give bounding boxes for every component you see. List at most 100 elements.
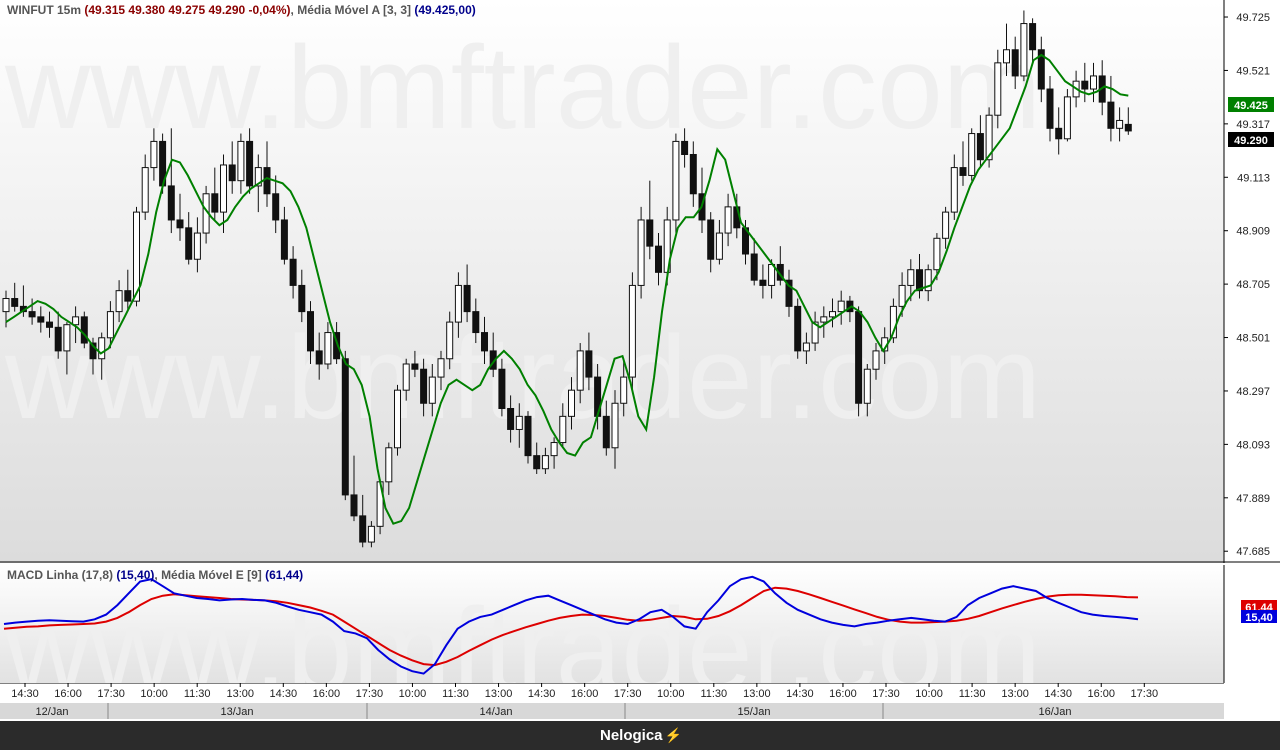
candle-body xyxy=(167,185,175,221)
candle-body xyxy=(176,219,184,229)
time-tick-label: 16:00 xyxy=(571,688,599,700)
candle-body xyxy=(463,284,471,313)
time-tick-label: 11:30 xyxy=(184,688,211,700)
time-tick-label: 14:30 xyxy=(11,688,39,700)
candle-body xyxy=(106,311,114,339)
time-tick-label: 17:30 xyxy=(97,688,125,700)
time-tick-label: 17:30 xyxy=(872,688,900,700)
candle-body xyxy=(80,316,88,344)
candle-body xyxy=(550,442,558,457)
candle-body xyxy=(2,298,10,313)
candle-body xyxy=(933,237,941,271)
candle-body xyxy=(872,350,880,370)
time-tick-label: 14:30 xyxy=(786,688,814,700)
time-tick-label: 14:30 xyxy=(528,688,556,700)
price-tick-label: 48.705 xyxy=(1236,279,1270,291)
time-tick-label: 11:30 xyxy=(442,688,469,700)
candle-body xyxy=(794,305,802,352)
candle-body xyxy=(576,350,584,391)
candle-body xyxy=(655,245,662,273)
candle-body xyxy=(559,415,567,444)
candle-body xyxy=(968,133,976,176)
ma-value: (49.425,00) xyxy=(414,3,476,17)
candle-body xyxy=(898,284,906,307)
candle-body xyxy=(289,258,297,286)
candle-body xyxy=(620,376,628,404)
price-tick-label: 49.725 xyxy=(1236,12,1270,24)
candle-body xyxy=(350,494,358,517)
day-label: 15/Jan xyxy=(737,706,770,718)
candle-body xyxy=(411,363,419,370)
time-tick-label: 10:00 xyxy=(915,688,943,700)
candle-body xyxy=(724,206,732,234)
candle-body xyxy=(420,368,428,404)
candle-body xyxy=(324,332,332,365)
time-tick-label: 10:00 xyxy=(657,688,685,700)
candle-body xyxy=(498,368,506,410)
candle-body xyxy=(942,211,950,239)
price-tick-label: 48.297 xyxy=(1236,386,1270,398)
time-tick-label: 16:00 xyxy=(313,688,341,700)
macd-header: MACD Linha (17,8) (15,40), Média Móvel E… xyxy=(7,568,304,582)
price-tick-label: 47.685 xyxy=(1236,546,1270,558)
macd-chart[interactable]: www.bmftrader.com 61,44 15,40 xyxy=(0,565,1280,716)
candle-body xyxy=(602,415,610,449)
candle-body xyxy=(63,324,71,352)
time-tick-label: 13:00 xyxy=(743,688,771,700)
watermark-macd: www.bmftrader.com xyxy=(4,584,1041,683)
candle-body xyxy=(689,153,697,195)
candle-body xyxy=(185,227,193,260)
day-label: 12/Jan xyxy=(35,706,68,718)
candle-body xyxy=(54,326,62,352)
candle-body xyxy=(46,321,53,328)
ma-label: Média Móvel A [3, 3] xyxy=(297,3,412,17)
candle-body xyxy=(829,311,836,318)
macd-panel[interactable]: www.bmftrader.com 61,44 15,40 MACD Linha… xyxy=(0,565,1280,716)
time-tick-label: 13:00 xyxy=(226,688,254,700)
day-label: 13/Jan xyxy=(220,706,253,718)
candle-body xyxy=(280,219,288,260)
candle-body xyxy=(533,455,541,470)
candle-body xyxy=(115,290,123,313)
candle-body xyxy=(211,193,219,213)
price-panel[interactable]: www.bmftrader.com www.bmftrader.com 49.7… xyxy=(0,0,1280,563)
candle-body xyxy=(672,140,680,221)
candle-body xyxy=(1003,49,1010,64)
candle-body xyxy=(454,284,462,323)
candle-body xyxy=(472,311,480,334)
candle-body xyxy=(515,415,523,430)
time-tick-label: 17:30 xyxy=(614,688,642,700)
day-label: 14/Jan xyxy=(479,706,512,718)
time-tick-label: 10:00 xyxy=(399,688,427,700)
time-tick-label: 16:00 xyxy=(54,688,82,700)
candle-body xyxy=(541,455,549,470)
candle-body xyxy=(611,402,619,449)
candle-body xyxy=(437,358,445,378)
watermark-top: www.bmftrader.com xyxy=(4,22,1041,154)
price-tick-label: 48.501 xyxy=(1236,333,1270,345)
candle-body xyxy=(681,140,689,155)
candle-body xyxy=(759,279,767,286)
spark-icon: ⚡ xyxy=(664,727,682,743)
candle-body xyxy=(72,316,80,326)
candle-body xyxy=(1046,88,1054,129)
footer-bar: Nelogica ⚡ xyxy=(0,721,1280,750)
time-tick-label: 16:00 xyxy=(829,688,857,700)
time-tick-label: 17:30 xyxy=(1131,688,1159,700)
macd-line-value: (15,40) xyxy=(116,568,155,582)
candle-body xyxy=(246,140,254,187)
candle-body xyxy=(820,316,828,323)
candle-body xyxy=(950,167,958,213)
time-axis[interactable]: 14:30 16:00 17:30 10:00 11:30 13:00 14:30 16:00… xyxy=(0,682,1280,721)
day-label: 16/Jan xyxy=(1038,706,1071,718)
candle-body xyxy=(315,350,323,365)
price-chart[interactable]: www.bmftrader.com www.bmftrader.com 49.7… xyxy=(0,0,1280,563)
candle-body xyxy=(507,408,515,430)
time-tick-label: 13:00 xyxy=(485,688,513,700)
time-tick-label: 14:30 xyxy=(270,688,298,700)
candle-body xyxy=(1011,49,1019,77)
candle-body xyxy=(385,447,393,483)
candle-body xyxy=(402,363,410,391)
time-tick-label: 11:30 xyxy=(700,688,727,700)
time-tick-label: 14:30 xyxy=(1044,688,1072,700)
